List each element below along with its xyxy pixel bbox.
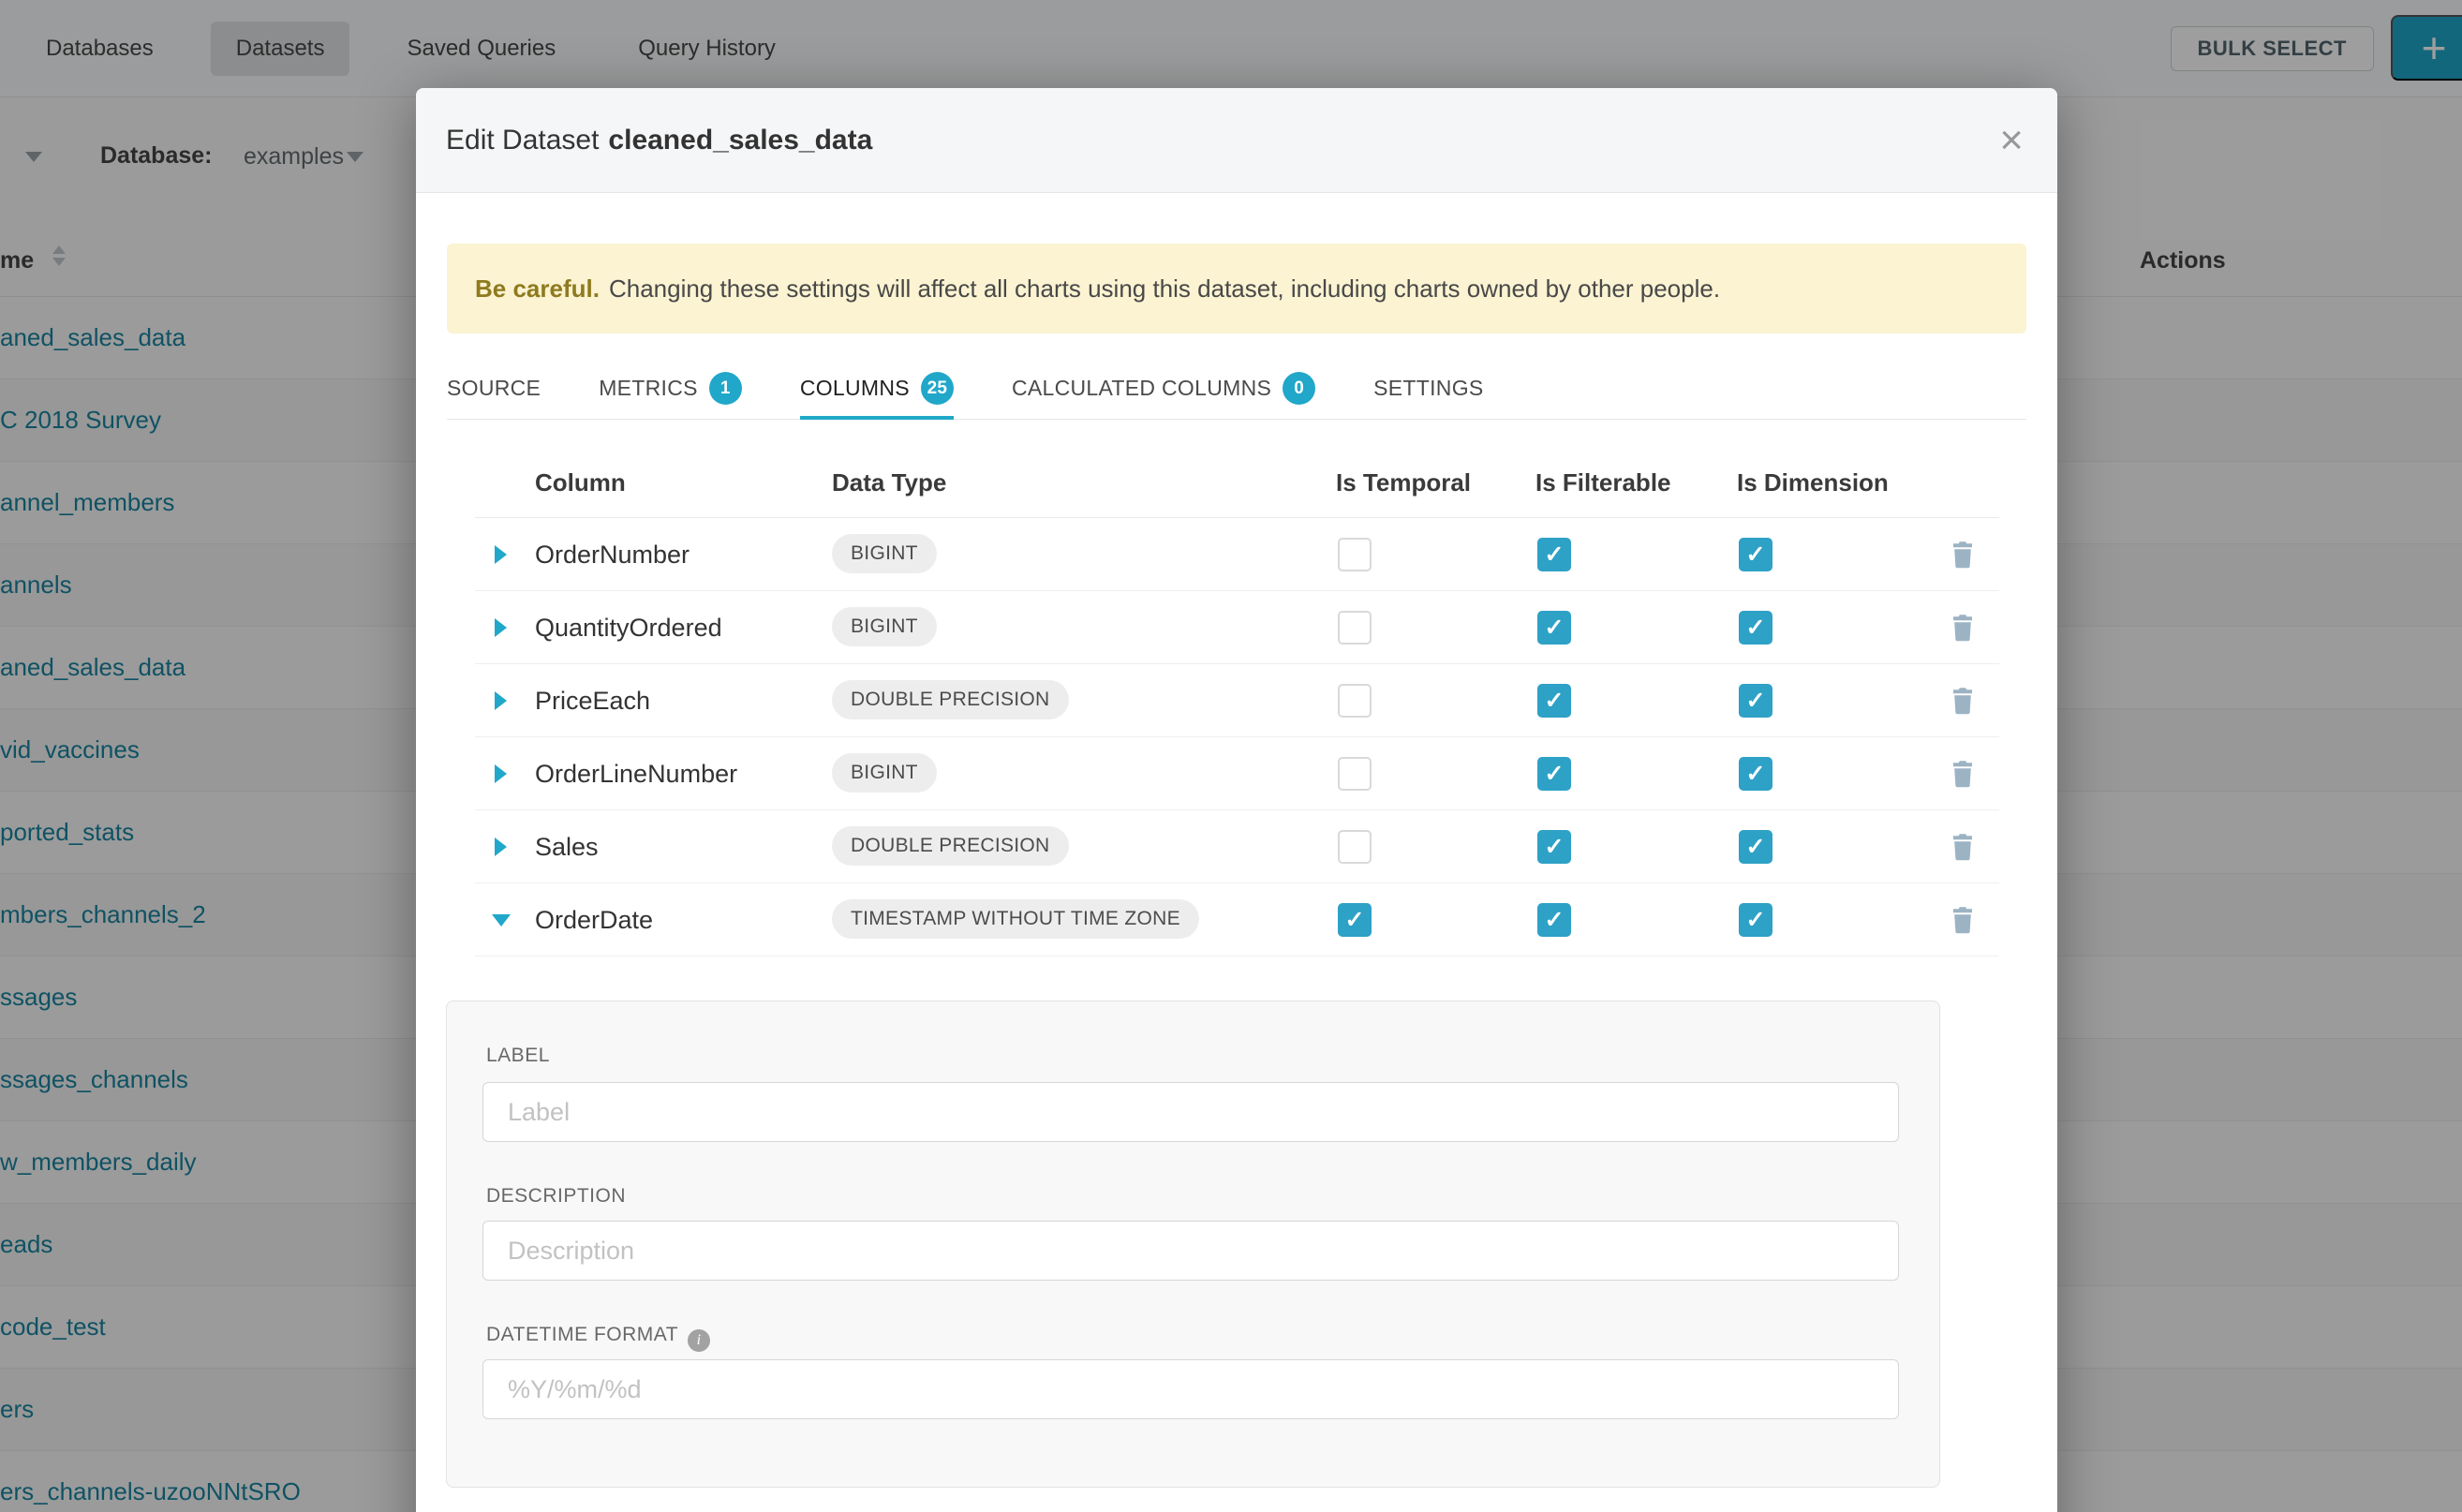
tab-count-badge: 25 <box>921 372 954 405</box>
is-filterable-checkbox[interactable]: ✓ <box>1537 903 1571 937</box>
column-row: OrderDate TIMESTAMP WITHOUT TIME ZONE ✓ ✓ ✓ <box>475 883 1999 956</box>
modal-header: Edit Dataset cleaned_sales_data × <box>416 88 2057 193</box>
is-temporal-checkbox[interactable] <box>1338 830 1372 864</box>
modal-title-dataset-name: cleaned_sales_data <box>608 125 872 156</box>
delete-column-icon[interactable] <box>1950 760 1976 788</box>
data-type-pill: TIMESTAMP WITHOUT TIME ZONE <box>832 899 1199 939</box>
data-type-pill: DOUBLE PRECISION <box>832 680 1069 719</box>
warning-banner-text: Changing these settings will affect all … <box>609 274 1720 304</box>
delete-column-icon[interactable] <box>1950 906 1976 934</box>
datetime-format-field-label: DATETIME FORMAT i <box>486 1324 710 1352</box>
expand-row-icon[interactable] <box>495 545 507 564</box>
description-field-label: DESCRIPTION <box>486 1185 626 1208</box>
collapse-row-icon[interactable] <box>492 914 511 926</box>
data-type-pill: BIGINT <box>832 753 937 793</box>
tab-label: CALCULATED COLUMNS <box>1012 376 1271 401</box>
is-dimension-checkbox[interactable]: ✓ <box>1739 684 1772 718</box>
header-data-type: Data Type <box>832 468 946 497</box>
column-row: QuantityOrdered BIGINT ✓ ✓ <box>475 591 1999 664</box>
modal-title: Edit Dataset cleaned_sales_data <box>446 125 872 156</box>
is-temporal-checkbox[interactable] <box>1338 538 1372 571</box>
is-dimension-checkbox[interactable]: ✓ <box>1739 757 1772 791</box>
is-dimension-checkbox[interactable]: ✓ <box>1739 611 1772 645</box>
tab-settings[interactable]: SETTINGS <box>1373 358 1483 419</box>
delete-column-icon[interactable] <box>1950 687 1976 715</box>
columns-table-body: OrderNumber BIGINT ✓ ✓ QuantityOrdered BIGINT… <box>475 517 1999 956</box>
is-filterable-checkbox[interactable]: ✓ <box>1537 611 1571 645</box>
column-name: OrderLineNumber <box>535 760 737 789</box>
column-name: QuantityOrdered <box>535 614 722 643</box>
tab-count-badge: 0 <box>1283 372 1315 405</box>
tab-label: SETTINGS <box>1373 376 1483 401</box>
is-dimension-checkbox[interactable]: ✓ <box>1739 903 1772 937</box>
is-temporal-checkbox[interactable] <box>1338 611 1372 645</box>
is-temporal-checkbox[interactable]: ✓ <box>1338 903 1372 937</box>
column-name: Sales <box>535 833 599 862</box>
column-name: PriceEach <box>535 687 650 716</box>
edit-dataset-modal: Edit Dataset cleaned_sales_data × Be care… <box>416 88 2057 1512</box>
datetime-format-input[interactable] <box>482 1359 1899 1419</box>
is-filterable-checkbox[interactable]: ✓ <box>1537 538 1571 571</box>
data-type-pill: DOUBLE PRECISION <box>832 826 1069 866</box>
tab-label: SOURCE <box>447 376 541 401</box>
is-filterable-checkbox[interactable]: ✓ <box>1537 757 1571 791</box>
expand-row-icon[interactable] <box>495 764 507 783</box>
is-dimension-checkbox[interactable]: ✓ <box>1739 538 1772 571</box>
data-type-pill: BIGINT <box>832 534 937 573</box>
expand-row-icon[interactable] <box>495 838 507 856</box>
header-is-dimension: Is Dimension <box>1737 468 1889 497</box>
tab-source[interactable]: SOURCE <box>447 358 541 419</box>
is-filterable-checkbox[interactable]: ✓ <box>1537 684 1571 718</box>
warning-banner: Be careful. Changing these settings will… <box>447 244 2026 334</box>
delete-column-icon[interactable] <box>1950 614 1976 642</box>
is-filterable-checkbox[interactable]: ✓ <box>1537 830 1571 864</box>
columns-table-header: Column Data Type Is Temporal Is Filterab… <box>416 448 2057 517</box>
delete-column-icon[interactable] <box>1950 833 1976 861</box>
data-type-pill: BIGINT <box>832 607 937 646</box>
tab-calculated-columns[interactable]: CALCULATED COLUMNS 0 <box>1012 358 1315 419</box>
column-row: PriceEach DOUBLE PRECISION ✓ ✓ <box>475 664 1999 737</box>
column-row: OrderNumber BIGINT ✓ ✓ <box>475 518 1999 591</box>
column-row: Sales DOUBLE PRECISION ✓ ✓ <box>475 810 1999 883</box>
is-temporal-checkbox[interactable] <box>1338 757 1372 791</box>
column-row: OrderLineNumber BIGINT ✓ ✓ <box>475 737 1999 810</box>
tab-metrics[interactable]: METRICS 1 <box>599 358 742 419</box>
label-input[interactable] <box>482 1082 1899 1142</box>
header-column: Column <box>535 468 626 497</box>
delete-column-icon[interactable] <box>1950 541 1976 569</box>
modal-title-prefix: Edit Dataset <box>446 125 599 156</box>
close-icon[interactable]: × <box>1999 120 2024 161</box>
is-temporal-checkbox[interactable] <box>1338 684 1372 718</box>
datetime-format-label-text: DATETIME FORMAT <box>486 1324 678 1345</box>
modal-tabs: SOURCE METRICS 1 COLUMNS 25 CALCULATED COLUMN… <box>447 358 2026 420</box>
tab-count-badge: 1 <box>709 372 742 405</box>
tab-columns[interactable]: COLUMNS 25 <box>800 358 954 419</box>
expand-row-icon[interactable] <box>495 618 507 637</box>
column-name: OrderNumber <box>535 541 690 570</box>
tab-label: COLUMNS <box>800 376 910 401</box>
label-field-label: LABEL <box>486 1045 550 1067</box>
description-input[interactable] <box>482 1221 1899 1281</box>
expand-row-icon[interactable] <box>495 691 507 710</box>
tab-label: METRICS <box>599 376 698 401</box>
column-detail-panel: LABEL DESCRIPTION DATETIME FORMAT i <box>446 1001 1940 1488</box>
warning-banner-bold: Be careful. <box>475 274 600 304</box>
is-dimension-checkbox[interactable]: ✓ <box>1739 830 1772 864</box>
column-name: OrderDate <box>535 906 653 935</box>
header-is-temporal: Is Temporal <box>1336 468 1471 497</box>
info-icon: i <box>688 1329 710 1352</box>
header-is-filterable: Is Filterable <box>1535 468 1671 497</box>
